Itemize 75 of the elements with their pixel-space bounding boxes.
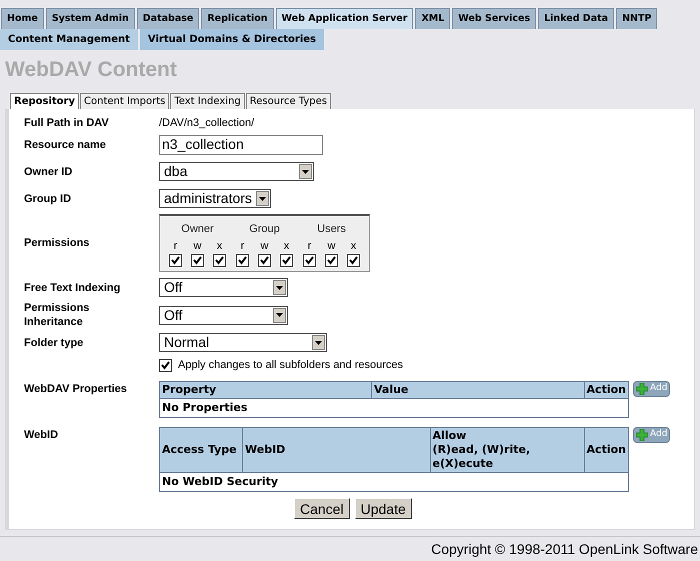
- permission-bit-label: r: [240, 239, 244, 254]
- column-header: Allow (R)ead, (W)rite, e(X)ecute: [430, 428, 584, 472]
- copyright-text: Copyright © 1998-2011 OpenLink Software: [431, 540, 698, 559]
- tab[interactable]: Resource Types: [246, 93, 331, 109]
- form-button[interactable]: Update: [354, 498, 412, 519]
- permission-bit-label: w: [260, 239, 268, 254]
- dropdown[interactable]: administrators: [159, 189, 271, 208]
- checkbox[interactable]: [169, 254, 182, 267]
- tab[interactable]: Text Indexing: [170, 93, 245, 109]
- permission-bit-label: w: [194, 239, 202, 254]
- field-label: Full Path in DAV: [24, 116, 110, 130]
- field-label: WebID: [24, 428, 60, 443]
- permission-bit-label: x: [284, 239, 290, 254]
- resource-name-input[interactable]: n3_collection: [159, 134, 323, 154]
- checkbox[interactable]: [236, 254, 249, 267]
- caret-icon: [273, 280, 286, 295]
- nav-tab[interactable]: Database: [136, 8, 200, 29]
- field-label: Permissions Inheritance: [24, 301, 90, 329]
- permission-group-label: Users: [317, 222, 346, 237]
- checkbox[interactable]: [280, 254, 293, 267]
- field-label: WebDAV Properties: [24, 382, 128, 397]
- column-header: Property: [160, 382, 372, 398]
- field-label: Permissions: [24, 236, 90, 250]
- caret-icon: [312, 335, 325, 350]
- nav-tab[interactable]: Linked Data: [538, 8, 614, 29]
- permission-bit-label: x: [350, 239, 356, 254]
- field-label: Owner ID: [24, 164, 74, 178]
- tab[interactable]: Content Imports: [80, 93, 170, 109]
- checkbox-label: Apply changes to all subfolders and resources: [178, 358, 404, 374]
- checkbox[interactable]: [303, 254, 316, 267]
- permission-group-label: Owner: [181, 222, 214, 237]
- path-text: /DAV/n3_collection/: [159, 116, 254, 131]
- subnav-tab[interactable]: Virtual Domains & Directories: [140, 29, 324, 50]
- column-header: WebID: [242, 428, 430, 472]
- nav-tab[interactable]: Web Services: [452, 8, 536, 29]
- nav-tab[interactable]: System Admin: [46, 8, 135, 29]
- checkbox[interactable]: [347, 254, 360, 267]
- permission-bit-label: r: [174, 239, 178, 254]
- caret-icon: [299, 164, 312, 179]
- field-label: Folder type: [24, 336, 84, 350]
- checkbox[interactable]: [159, 359, 172, 372]
- column-header: Action: [584, 428, 628, 472]
- column-header: Access Type: [160, 428, 242, 472]
- dropdown[interactable]: dba: [159, 162, 314, 181]
- plus-icon: [636, 383, 648, 395]
- dropdown[interactable]: Off: [159, 306, 288, 324]
- page-title: WebDAV Content: [4, 57, 178, 83]
- column-header: Action: [584, 382, 628, 398]
- caret-icon: [256, 191, 269, 206]
- checkbox[interactable]: [258, 254, 271, 267]
- nav-tab[interactable]: Home: [1, 8, 44, 29]
- dropdown[interactable]: Off: [159, 278, 288, 297]
- checkbox[interactable]: [213, 254, 226, 267]
- plus-icon: [636, 429, 648, 441]
- nav-tab[interactable]: XML: [415, 8, 450, 29]
- tab[interactable]: Repository: [10, 93, 79, 109]
- permission-bit-label: r: [308, 239, 312, 254]
- form-button[interactable]: Cancel: [294, 498, 350, 519]
- empty-table-message: No WebID Security: [160, 472, 628, 492]
- checkbox[interactable]: [191, 254, 204, 267]
- permission-bit-label: w: [328, 239, 336, 254]
- empty-table-message: No Properties: [160, 398, 628, 418]
- nav-tab[interactable]: Web Application Server: [276, 8, 414, 29]
- caret-icon: [273, 308, 286, 322]
- field-label: Free Text Indexing: [24, 280, 122, 294]
- dropdown[interactable]: Normal: [159, 333, 327, 352]
- permission-group-label: Group: [249, 222, 280, 237]
- permission-bit-label: x: [216, 239, 222, 254]
- field-label: Resource name: [24, 138, 107, 152]
- checkbox[interactable]: [325, 254, 338, 267]
- subnav-tab[interactable]: Content Management: [0, 29, 138, 50]
- field-label: Group ID: [24, 192, 72, 206]
- column-header: Value: [372, 382, 584, 398]
- nav-tab[interactable]: NNTP: [616, 8, 658, 29]
- nav-tab[interactable]: Replication: [201, 8, 274, 29]
